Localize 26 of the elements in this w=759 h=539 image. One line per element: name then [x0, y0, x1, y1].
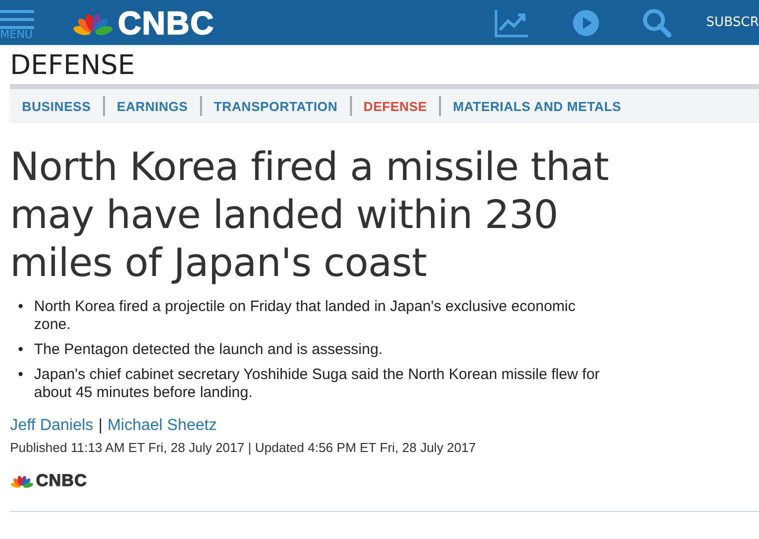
bullet-marker: • — [18, 366, 24, 385]
author-link[interactable]: Jeff Daniels — [10, 417, 94, 435]
play-icon[interactable] — [572, 8, 600, 36]
summary-bullet: The Pentagon detected the launch and is assessing. — [34, 341, 384, 359]
category-tab[interactable]: DEFENSE — [364, 98, 428, 114]
category-tab[interactable]: EARNINGS — [116, 98, 188, 114]
chart-icon[interactable] — [494, 8, 530, 38]
separator: | — [98, 417, 102, 435]
peacock-icon — [10, 473, 34, 489]
bullet-marker: • — [18, 298, 24, 317]
author-link[interactable]: Michael Sheetz — [107, 417, 217, 435]
bullet-marker: • — [18, 341, 24, 359]
category-tab[interactable]: MATERIALS AND METALS — [453, 98, 622, 114]
headline: North Korea fired a missile that may have landed within 230 miles of Japan's coast — [10, 144, 610, 288]
search-icon[interactable] — [642, 8, 672, 38]
category-tab[interactable]: BUSINESS — [22, 98, 91, 114]
summary-bullet: Japan's chief cabinet secretary Yoshihide Suga said the North Korean missile flew for about 45 minutes before landing. — [34, 366, 601, 402]
section-title: DEFENSE — [10, 51, 136, 81]
category-tab[interactable]: TRANSPORTATION — [214, 98, 338, 114]
summary-bullet: North Korea fired a projectile on Friday that landed in Japan's exclusive economic zone. — [34, 298, 576, 334]
subscribe-link[interactable]: SUBSCR — [706, 15, 759, 30]
menu-icon — [0, 8, 34, 28]
logo-text: CNBC — [118, 6, 214, 38]
dateline: Published 11:13 AM ET Fri, 28 July 2017 | Updated 4:56 PM ET Fri, 28 July 2017 — [10, 440, 477, 455]
logo-text: CNBC — [36, 471, 88, 491]
menu-button[interactable]: MENU — [0, 8, 36, 40]
